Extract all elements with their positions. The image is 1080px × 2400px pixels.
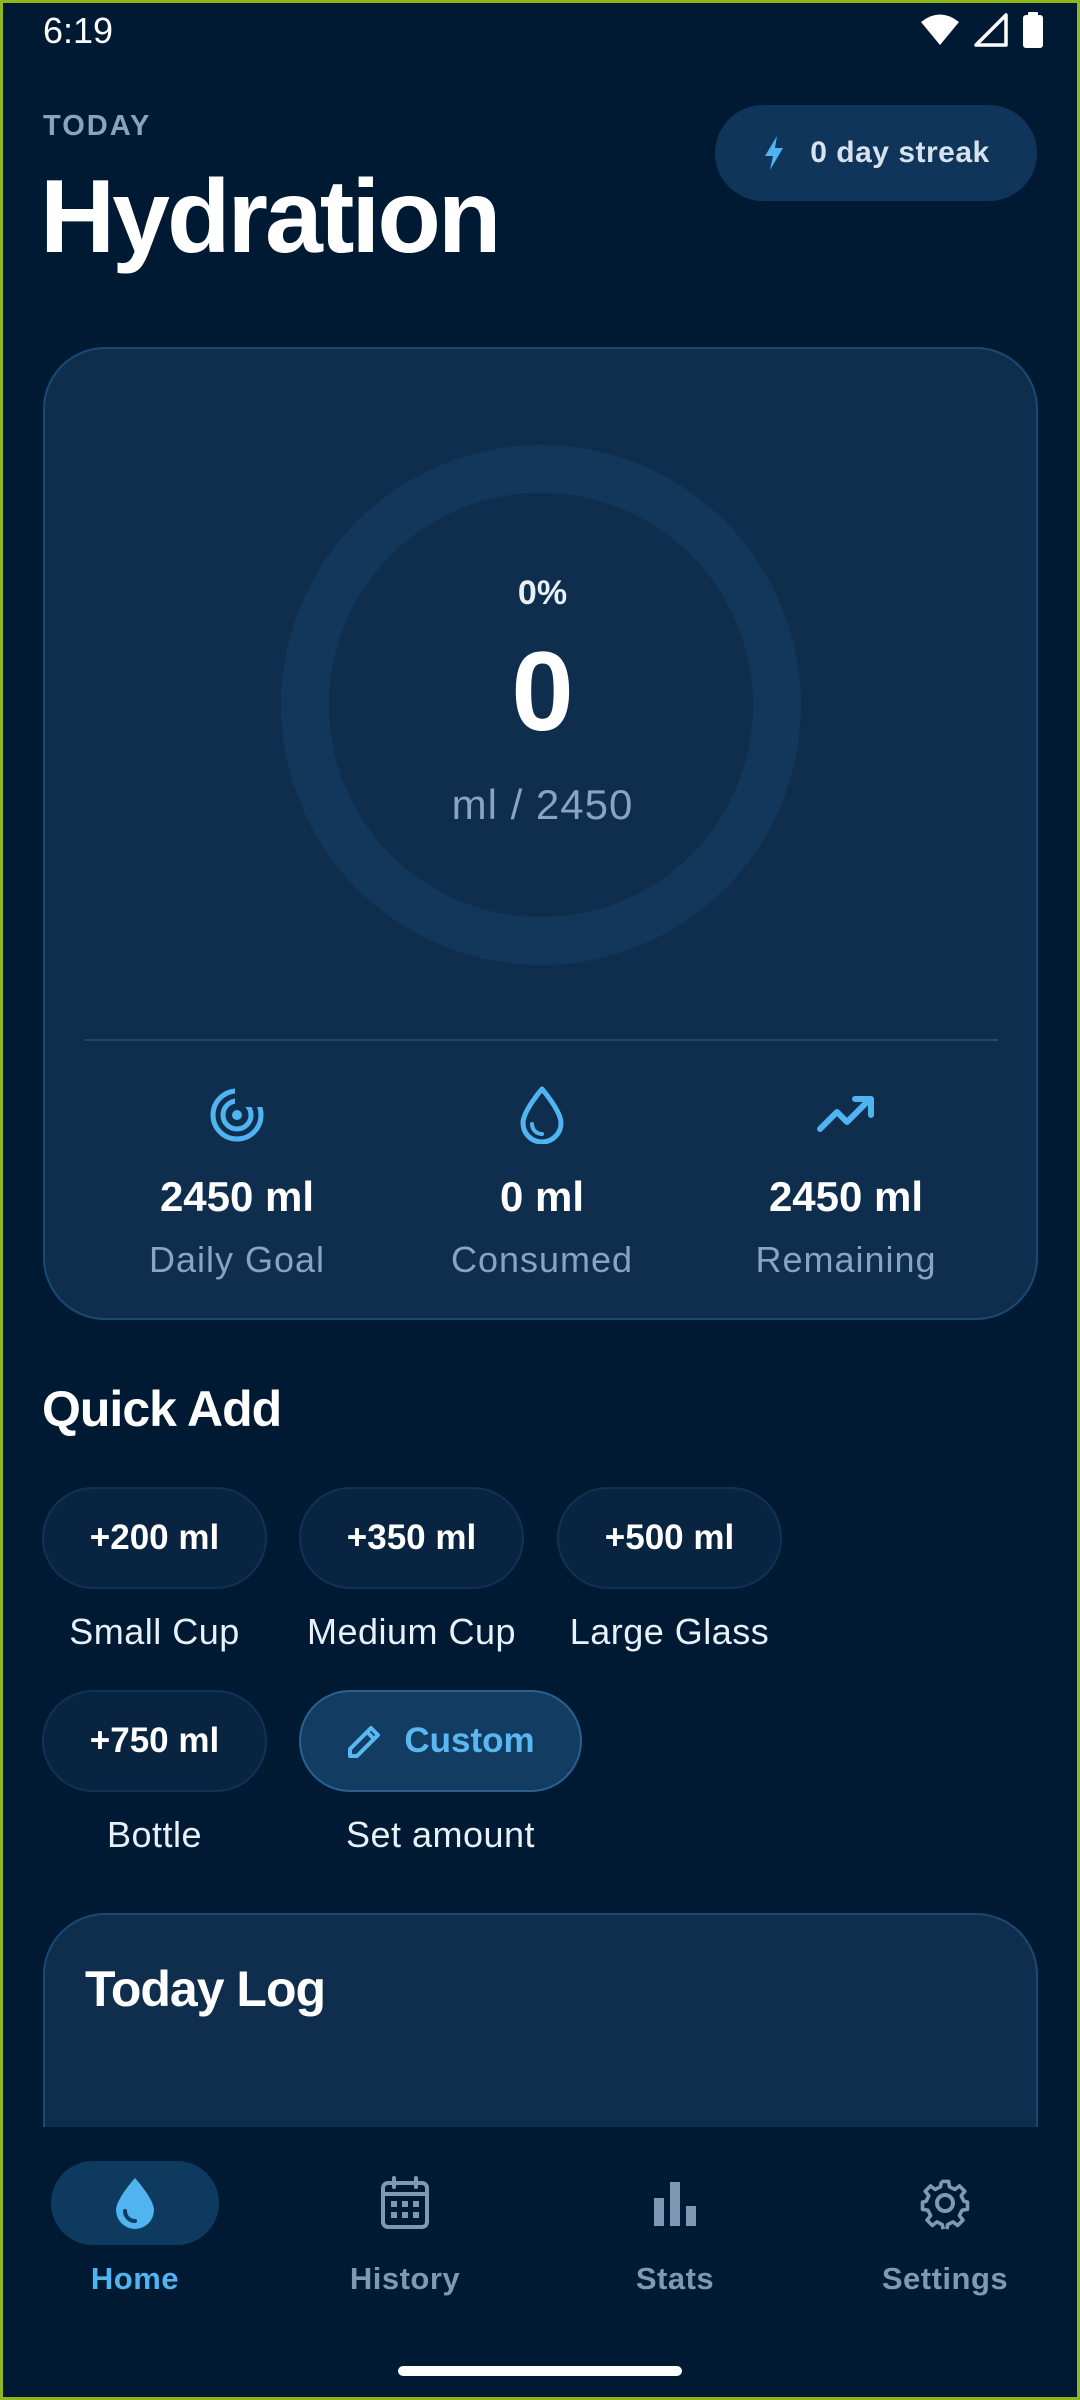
quick-add-caption: Medium Cup [306, 1611, 517, 1652]
trending-up-icon [817, 1096, 874, 1132]
date-eyebrow: TODAY [43, 110, 152, 142]
stat-label: Daily Goal [148, 1239, 326, 1280]
quick-add-caption: Set amount [345, 1814, 536, 1855]
consumed-amount: 0 [511, 629, 574, 754]
page-title: Hydration [40, 159, 501, 275]
battery-icon [1023, 12, 1043, 48]
bottom-navigation: Home History Stats Settings [0, 2127, 1080, 2400]
streak-badge[interactable]: 0 day streak [715, 105, 1037, 201]
add-200-button[interactable]: +200 ml [42, 1487, 267, 1589]
nav-stats[interactable]: Stats [565, 2161, 785, 2297]
bar-chart-icon [654, 2182, 696, 2226]
target-icon [210, 1087, 265, 1142]
custom-button-label: Custom [404, 1721, 535, 1760]
stat-value: 2450 ml [768, 1173, 924, 1220]
quick-add-caption: Small Cup [69, 1611, 240, 1652]
quick-add-caption: Large Glass [569, 1611, 770, 1652]
home-indicator[interactable] [398, 2366, 682, 2376]
nav-label: History [349, 2261, 461, 2296]
nav-label: Stats [635, 2261, 715, 2296]
nav-label: Settings [881, 2261, 1009, 2296]
progress-card: 0% 0 ml / 2450 2450 ml Daily Goal 0 ml C… [43, 347, 1038, 1320]
today-log-title: Today Log [85, 1961, 326, 2017]
calendar-icon [381, 2176, 429, 2229]
stat-consumed: 0 ml Consumed [392, 1079, 692, 1281]
stat-remaining: 2450 ml Remaining [696, 1079, 996, 1281]
lightning-icon [765, 136, 784, 170]
stat-value: 0 ml [499, 1173, 585, 1220]
status-icons [920, 12, 1044, 48]
stat-label: Remaining [755, 1239, 937, 1280]
status-time: 6:19 [43, 10, 114, 51]
nav-label: Home [90, 2261, 180, 2296]
streak-label: 0 day streak [810, 136, 990, 169]
water-drop-icon [116, 2178, 154, 2229]
quick-add-caption: Bottle [106, 1814, 203, 1855]
nav-home[interactable]: Home [25, 2161, 245, 2297]
add-750-button[interactable]: +750 ml [42, 1690, 267, 1792]
quick-add-large-glass: +500 ml Large Glass [557, 1487, 782, 1653]
card-divider [85, 1039, 998, 1041]
add-350-button[interactable]: +350 ml [299, 1487, 524, 1589]
quick-add-medium-cup: +350 ml Medium Cup [299, 1487, 524, 1653]
gear-icon [920, 2179, 970, 2230]
progress-percent: 0% [517, 574, 568, 612]
nav-settings[interactable]: Settings [835, 2161, 1055, 2297]
quick-add-small-cup: +200 ml Small Cup [42, 1487, 267, 1653]
pencil-icon [348, 1726, 381, 1758]
water-drop-icon [520, 1086, 564, 1144]
nav-history[interactable]: History [295, 2161, 515, 2297]
custom-amount-button[interactable]: Custom [299, 1690, 582, 1792]
wifi-icon [921, 14, 959, 45]
cellular-signal-icon [974, 13, 1008, 47]
stat-daily-goal: 2450 ml Daily Goal [87, 1079, 387, 1281]
quick-add-bottle: +750 ml Bottle [42, 1690, 267, 1856]
quick-add-title: Quick Add [42, 1381, 282, 1437]
quick-add-custom: Custom Set amount [299, 1690, 582, 1856]
status-bar: 6:19 [0, 0, 1080, 62]
today-log-card: Today Log [43, 1913, 1038, 2133]
stat-value: 2450 ml [159, 1173, 315, 1220]
progress-unit: ml / 2450 [451, 781, 634, 828]
add-500-button[interactable]: +500 ml [557, 1487, 782, 1589]
stat-label: Consumed [450, 1239, 634, 1280]
